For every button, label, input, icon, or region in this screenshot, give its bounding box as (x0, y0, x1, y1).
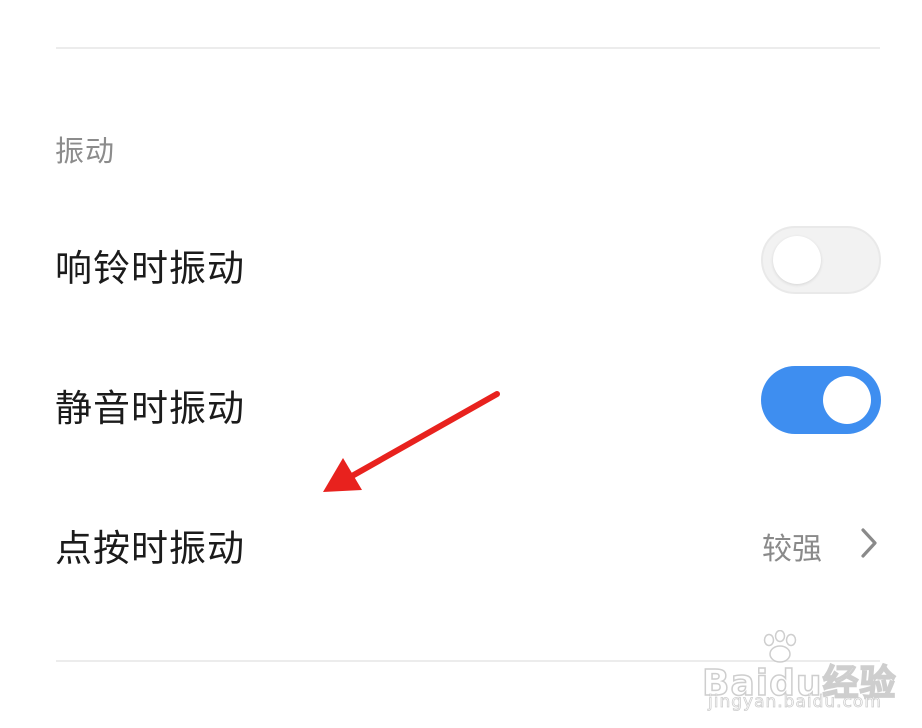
row-label: 静音时振动 (55, 387, 245, 430)
row-vibrate-on-ring[interactable]: 响铃时振动 (0, 218, 922, 308)
toggle-knob (823, 376, 871, 424)
chevron-right-icon (861, 528, 877, 558)
row-label: 响铃时振动 (55, 247, 245, 290)
watermark-url: jingyan.baidu.com (708, 692, 882, 713)
row-label: 点按时振动 (55, 527, 245, 570)
row-vibrate-on-silent[interactable]: 静音时振动 (0, 358, 922, 448)
toggle-knob (773, 236, 821, 284)
vibration-settings-screen: 振动 响铃时振动 静音时振动 点按时振动 较强 Baidu经验 jingyan.… (0, 0, 922, 728)
top-divider (56, 47, 880, 49)
vibrate-on-tap-value: 较强 (762, 532, 822, 567)
vibrate-on-silent-toggle[interactable] (761, 366, 881, 434)
vibrate-on-ring-toggle[interactable] (761, 226, 881, 294)
baidu-watermark: Baidu经验 jingyan.baidu.com (700, 628, 900, 718)
row-vibrate-on-tap[interactable]: 点按时振动 较强 (0, 498, 922, 588)
section-title-vibration: 振动 (55, 134, 116, 168)
